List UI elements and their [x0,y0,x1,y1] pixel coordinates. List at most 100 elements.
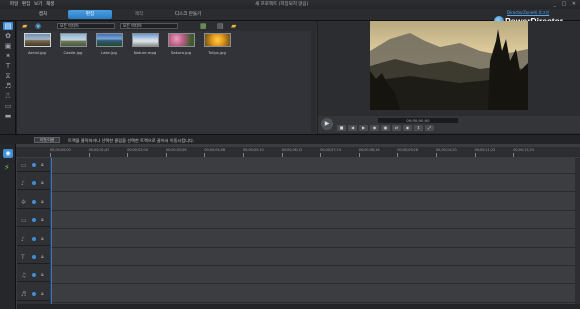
tab-capture[interactable]: 캡처 [36,10,50,19]
import-folder-icon[interactable]: ▰ [22,22,27,30]
timeline-panel: ◉ ⚡ 00;00;00;00 00;00;01;02 00;00;02;04 00;… [0,144,580,309]
track-lock-icon[interactable]: 🔒︎ [41,162,44,168]
track-enable-icon[interactable] [32,199,36,204]
tab-produce[interactable]: 제작 [130,10,148,19]
track-header[interactable]: ♫ 🔒︎ [17,270,50,283]
library-item[interactable]: Lake.jpg [95,33,123,55]
library-item[interactable]: Sakura.jpg [167,33,195,55]
track-enable-icon[interactable] [32,218,36,223]
track-lock-icon[interactable]: 🔒︎ [41,199,44,205]
media-sort-select[interactable]: 모든 미디어 [120,23,178,29]
record-button[interactable]: ◉ [403,125,412,131]
track-row[interactable] [50,199,580,211]
title-room-icon[interactable]: T [3,62,13,70]
particle-room-icon[interactable]: ✶ [3,52,13,60]
library-item[interactable]: Tulips.jpg [203,33,231,55]
track-header[interactable]: ♪ 🔒︎ [17,178,50,191]
transition-room-icon[interactable]: ⧖ [3,72,13,80]
track-header[interactable]: T 🔒︎ [17,252,50,264]
mark-in-button[interactable]: ◆ [370,125,379,131]
track-row[interactable] [50,291,580,303]
next-frame-button[interactable]: ▶ [359,125,368,131]
tab-edit[interactable]: 편집 [68,10,112,19]
subtitle-room-icon[interactable]: ▬ [3,112,13,120]
track-header[interactable]: ▭ 🔒︎ [17,160,50,172]
track-header[interactable]: ▭ 🔒︎ [17,215,50,228]
ruler-tick-label: 00;00;05;10 [243,148,264,152]
window-title: 새 프로젝트 (저장되지 않음) [255,2,309,7]
track-lock-icon[interactable]: 🔒︎ [41,236,44,242]
previous-frame-button[interactable]: ◀ [348,125,357,131]
chapter-room-icon[interactable]: ▭ [3,102,13,110]
track-row[interactable] [50,236,580,248]
explore-folder-icon[interactable]: ▰ [231,22,236,30]
preview-landscape-image [370,21,528,110]
hint-toggle-button[interactable]: 이전/다음 [34,137,60,143]
library-item[interactable]: Nature.mpg [131,33,159,55]
pip-room-icon[interactable]: ▣ [3,42,13,50]
voiceover-room-icon[interactable]: ⎍ [3,92,13,100]
image-thumbnail-icon [59,33,87,47]
track-lock-icon[interactable]: 🔒︎ [41,272,44,278]
music-track-icon: ♬ [21,290,27,298]
timeline-view-icon[interactable]: ◉ [3,149,13,158]
track-enable-icon[interactable] [32,236,36,241]
timeline-vertical-scrollbar[interactable] [575,158,580,304]
track-row[interactable] [50,162,580,174]
fullscreen-button[interactable]: ⤢ [425,125,434,131]
library-item[interactable]: Castle.jpg [59,33,87,55]
video-thumbnail-icon [131,33,159,47]
swap-button[interactable]: ⇄ [392,125,401,131]
video-track-icon: ▭ [21,217,27,225]
media-filter-select[interactable]: 모든 미디어 [57,23,115,29]
menu-edit[interactable]: 편집 [22,1,30,7]
track-lock-icon[interactable]: 🔒︎ [41,217,44,223]
image-thumbnail-icon [95,33,123,47]
track-area[interactable] [50,158,580,306]
track-row[interactable] [50,272,580,285]
track-row[interactable] [50,180,580,193]
audio-mixing-room-icon[interactable]: ♬ [3,82,13,90]
ruler-tick-label: 00;00;09;18 [397,148,419,152]
track-header[interactable]: ✲ 🔒︎ [17,197,50,209]
ruler-tick-mark [397,153,399,157]
list-view-icon[interactable]: ▤ [217,22,224,30]
fix-enhance-icon[interactable]: ⚡ [4,163,10,172]
library-item-label: Lake.jpg [101,50,117,55]
snapshot-button[interactable]: ▣ [381,125,390,131]
library-item[interactable]: Aerial.jpg [23,33,51,55]
stop-button[interactable]: ■ [337,125,346,131]
track-lock-icon[interactable]: 🔒︎ [41,180,44,186]
effects-room-icon[interactable]: ✿ [3,32,13,40]
play-icon[interactable]: ▶ [321,118,333,130]
track-lock-icon[interactable]: 🔒︎ [41,254,44,260]
ruler-tick-mark [204,153,206,157]
track-enable-icon[interactable] [32,291,36,296]
ruler-tick-mark [50,153,51,157]
track-row[interactable] [50,254,580,266]
timeline-horizontal-scrollbar[interactable] [17,304,580,309]
media-room-icon[interactable]: ▤ [3,22,13,30]
ruler-tick-mark [127,153,129,157]
tab-create-disc[interactable]: 디스크 만들기 [168,10,208,19]
track-enable-icon[interactable] [32,255,36,259]
timeline-ruler[interactable]: 00;00;00;00 00;00;01;02 00;00;02;04 00;00;0… [16,147,580,157]
menu-playback[interactable]: 재생 [46,1,54,7]
library-scrollbar[interactable] [311,31,316,133]
grid-view-icon[interactable]: ▦ [200,22,207,30]
window-controls[interactable]: _ □ ✕ [553,1,578,7]
menu-file[interactable]: 파일 [10,1,18,7]
track-header[interactable]: ♪ 🔒︎ [17,234,50,246]
track-row[interactable] [50,217,580,230]
menu-view[interactable]: 보기 [34,1,42,7]
preview-panel: ▶ 00;00;00;00 ■ ◀ ▶ ◆ ▣ ⇄ ◉ ⇕ ⤢ [318,21,580,134]
track-enable-icon[interactable] [32,181,36,186]
playhead[interactable] [51,158,52,308]
playback-controls: ▶ 00;00;00;00 ■ ◀ ▶ ◆ ▣ ⇄ ◉ ⇕ ⤢ [318,116,580,133]
track-header[interactable]: ♬ 🔒︎ [17,289,50,301]
download-media-icon[interactable]: ◉ [35,22,41,30]
volume-button[interactable]: ⇕ [414,125,423,131]
track-enable-icon[interactable] [32,273,36,278]
track-enable-icon[interactable] [32,163,36,167]
track-lock-icon[interactable]: 🔒︎ [41,291,44,297]
